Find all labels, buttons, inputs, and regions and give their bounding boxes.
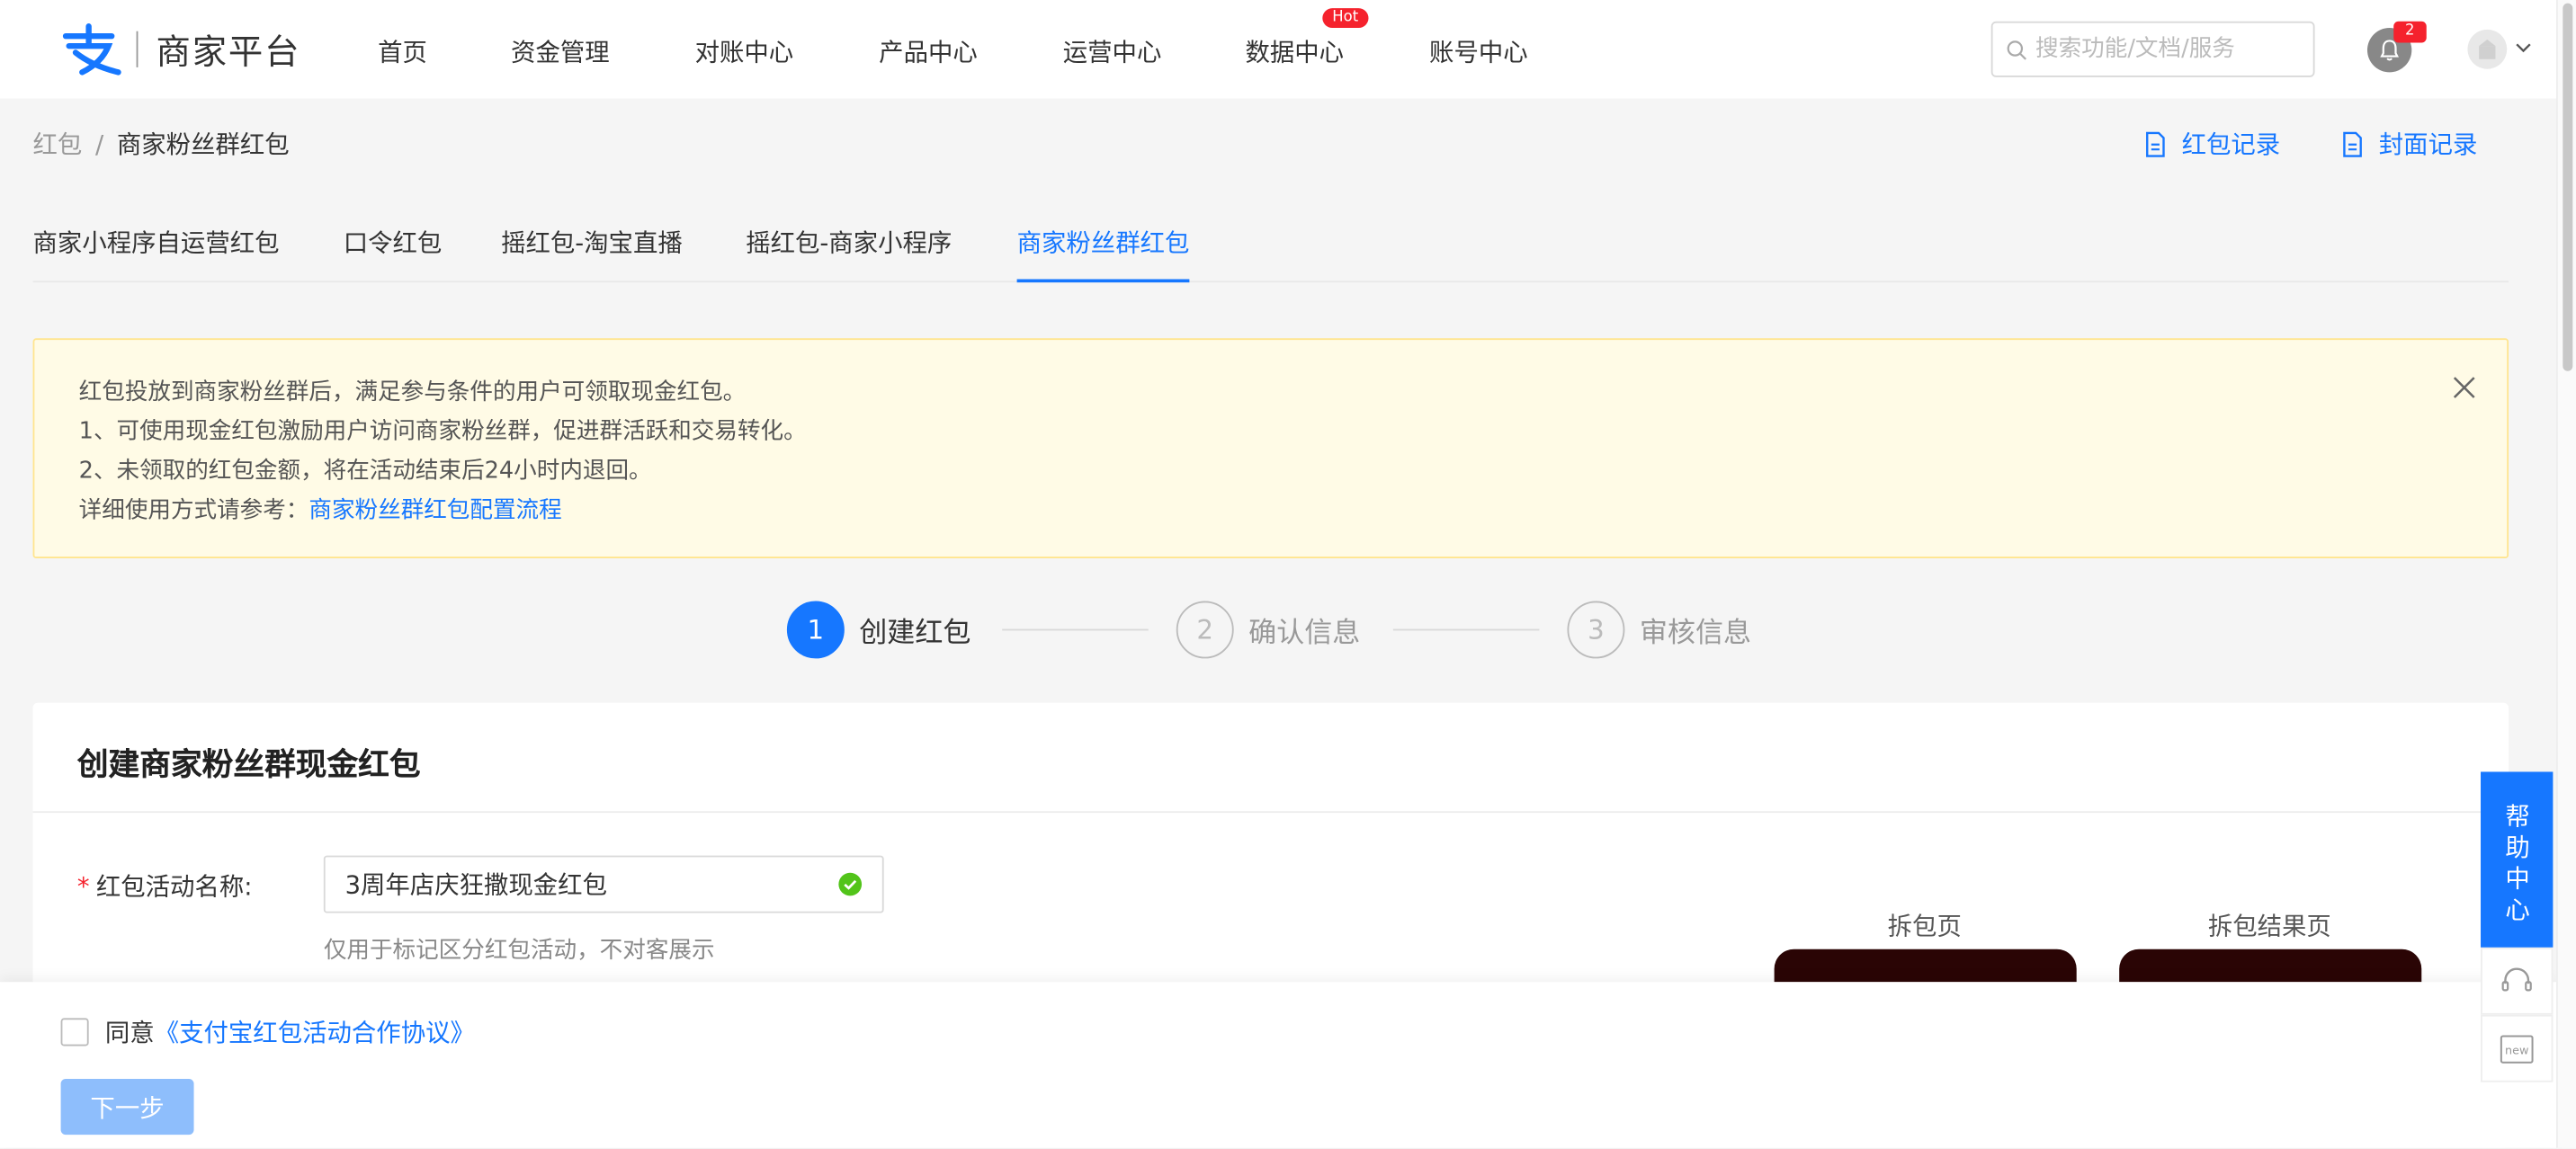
breadcrumb: 红包 / 商家粉丝群红包 [33, 127, 290, 161]
agreement-checkbox[interactable] [60, 1018, 89, 1047]
new-icon: new [2500, 1034, 2534, 1063]
logo-divider [136, 31, 139, 67]
breadcrumb-current: 商家粉丝群红包 [116, 129, 290, 160]
chevron-down-icon[interactable] [2515, 40, 2531, 56]
alert-reference-prefix: 详细使用方式请参考： [78, 497, 309, 524]
activity-name-label: * 红包活动名称: [77, 868, 253, 903]
document-icon [2343, 130, 2362, 156]
tab-fan-group[interactable]: 商家粉丝群红包 [1016, 225, 1190, 283]
customer-service-button[interactable] [2481, 947, 2554, 1015]
alert-line: 2、未领取的红包金额，将在活动结束后24小时内退回。 [78, 458, 652, 485]
user-avatar-icon [2479, 39, 2496, 59]
tab-shake-mini-program[interactable]: 摇红包-商家小程序 [746, 225, 952, 282]
search-input[interactable] [2035, 36, 2299, 63]
tab-mini-program-self[interactable]: 商家小程序自运营红包 [33, 225, 280, 282]
alert-line: 红包投放到商家粉丝群后，满足参与条件的用户可领取现金红包。 [78, 379, 747, 406]
agreement-row: 同意 《支付宝红包活动合作协议》 [60, 1015, 475, 1049]
preview-open-phone [1774, 949, 2077, 983]
agreement-prefix: 同意 [104, 1018, 155, 1048]
activity-name-value: 3周年店庆狂撒现金红包 [344, 870, 607, 900]
preview-open-label: 拆包页 [1887, 911, 1962, 941]
step-connector [1002, 628, 1149, 631]
platform-name: 商家平台 [156, 32, 301, 73]
document-icon [2146, 130, 2165, 156]
step-2: 2 确认信息 [1176, 601, 1361, 659]
red-packet-tabs: 商家小程序自运营红包 口令红包 摇红包-淘宝直播 摇红包-商家小程序 商家粉丝群… [32, 200, 2509, 283]
tab-shake-taobao-live[interactable]: 摇红包-淘宝直播 [501, 225, 683, 282]
nav-item-operations[interactable]: 运营中心 [1063, 34, 1162, 68]
search-box[interactable] [1990, 21, 2315, 77]
step-label: 审核信息 [1639, 617, 1752, 651]
activity-name-help: 仅用于标记区分红包活动，不对客展示 [323, 937, 715, 965]
close-icon[interactable] [2453, 376, 2476, 399]
nav-item-reconciliation[interactable]: 对账中心 [695, 34, 794, 68]
step-number: 2 [1176, 601, 1234, 659]
divider [32, 811, 2509, 814]
next-step-button[interactable]: 下一步 [60, 1079, 194, 1136]
notification-count-badge: 2 [2393, 21, 2427, 43]
step-number: 1 [786, 601, 845, 659]
breadcrumb-parent[interactable]: 红包 [33, 129, 83, 159]
agreement-link[interactable]: 《支付宝红包活动合作协议》 [155, 1015, 475, 1049]
nav-item-data[interactable]: 数据中心 [1245, 34, 1344, 68]
new-label: new [2505, 1044, 2528, 1057]
alert-line: 详细使用方式请参考：商家粉丝群红包配置流程 [79, 491, 2463, 530]
headset-icon [2501, 966, 2532, 991]
config-guide-link[interactable]: 商家粉丝群红包配置流程 [309, 497, 561, 523]
bottom-action-bar: 同意 《支付宝红包活动合作协议》 下一步 [0, 982, 2557, 1148]
hot-badge: Hot [1322, 8, 1369, 29]
whats-new-button[interactable]: new [2481, 1014, 2554, 1082]
top-nav: 商家平台 首页 资金管理 对账中心 产品中心 运营中心 数据中心 Hot 账号中… [0, 0, 2557, 99]
cover-records-link[interactable]: 封面记录 [2341, 127, 2478, 161]
step-connector [1392, 628, 1540, 631]
step-label: 创建红包 [859, 617, 971, 651]
activity-name-input[interactable]: 3周年店庆狂撒现金红包 [323, 855, 884, 913]
tab-password[interactable]: 口令红包 [344, 225, 443, 282]
nav-item-account[interactable]: 账号中心 [1429, 34, 1528, 68]
step-1: 1 创建红包 [786, 601, 971, 659]
breadcrumb-separator: / [94, 129, 104, 160]
alert-line: 1、可使用现金红包激励用户访问商家粉丝群，促进群活跃和交易转化。 [78, 418, 807, 445]
avatar[interactable] [2467, 29, 2508, 69]
preview-result-phone [2119, 949, 2422, 983]
records-link-label: 红包记录 [2181, 129, 2281, 160]
activity-name-label-text: 红包活动名称: [95, 871, 253, 902]
records-link[interactable]: 红包记录 [2144, 127, 2281, 161]
nav-item-funds[interactable]: 资金管理 [511, 34, 610, 68]
preview-result-label: 拆包结果页 [2207, 911, 2331, 941]
step-3: 3 审核信息 [1567, 601, 1752, 659]
nav-item-products[interactable]: 产品中心 [879, 34, 978, 68]
nav-item-home[interactable]: 首页 [378, 34, 427, 68]
info-alert: 红包投放到商家粉丝群后，满足参与条件的用户可领取现金红包。 1、可使用现金红包激… [32, 338, 2509, 559]
scrollbar-thumb[interactable] [2563, 3, 2573, 371]
alipay-logo-icon[interactable] [59, 23, 125, 76]
form-title: 创建商家粉丝群现金红包 [76, 747, 421, 784]
required-mark: * [76, 871, 90, 902]
cover-records-link-label: 封面记录 [2378, 129, 2478, 160]
step-label: 确认信息 [1248, 617, 1361, 651]
help-center-button[interactable]: 帮助中心 [2481, 771, 2554, 948]
check-circle-icon [838, 872, 863, 896]
step-number: 3 [1567, 601, 1625, 659]
search-icon [2007, 40, 2026, 59]
page-scrollbar[interactable] [2556, 0, 2576, 1148]
